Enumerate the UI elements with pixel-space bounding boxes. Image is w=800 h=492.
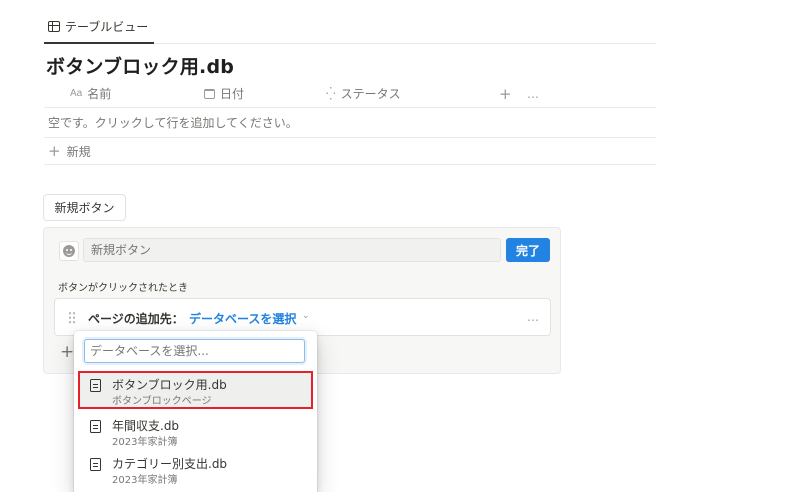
database-title[interactable]: ボタンブロック用.db	[46, 52, 234, 79]
tab-table-view[interactable]: テーブルビュー	[44, 10, 155, 44]
database-search-input[interactable]	[84, 339, 305, 363]
option-subtitle: 2023年家計簿	[112, 437, 178, 448]
database-picker-dropdown: ボタンブロック用.db ボタンブロックページ 年間収支.db 2023年家計簿 …	[74, 331, 317, 492]
action-label: ページの追加先：	[88, 312, 184, 326]
database-select-trigger[interactable]: データベースを選択	[189, 310, 296, 327]
done-button[interactable]: 完了	[506, 238, 550, 262]
tab-label: テーブルビュー	[65, 19, 149, 34]
smiley-icon	[63, 245, 75, 257]
plus-icon: +	[48, 141, 61, 160]
database-option[interactable]: ボタンブロック用.db ボタンブロックページ	[78, 371, 313, 409]
column-label: ステータス	[340, 87, 401, 101]
new-button-block[interactable]: 新規ボタン	[43, 194, 126, 221]
table-header: Aa 名前 日付 ⁛ ステータス + …	[44, 80, 656, 108]
page-icon	[90, 379, 101, 392]
chevron-down-icon: ⌄	[302, 311, 310, 321]
column-header-status[interactable]: ⁛ ステータス	[326, 80, 401, 107]
option-title: 年間収支.db	[112, 419, 180, 433]
empty-table-message[interactable]: 空です。クリックして行を追加してください。	[44, 108, 656, 138]
drag-handle-icon[interactable]	[68, 311, 76, 324]
trigger-label: ボタンがクリックされたとき	[58, 283, 188, 294]
page-icon	[90, 458, 101, 471]
text-property-icon: Aa	[70, 88, 83, 99]
column-label: 名前	[87, 87, 112, 101]
new-row-button[interactable]: + 新規	[44, 138, 656, 165]
column-header-date[interactable]: 日付	[204, 80, 244, 107]
add-step-button[interactable]: +	[60, 344, 74, 361]
view-tabbar: テーブルビュー	[44, 10, 656, 44]
option-title: ボタンブロック用.db	[112, 378, 227, 392]
page-icon	[90, 420, 101, 433]
option-title: カテゴリー別支出.db	[112, 457, 228, 471]
database-option[interactable]: 年間収支.db 2023年家計簿	[78, 412, 313, 450]
calendar-icon	[204, 88, 215, 99]
action-more-button[interactable]: …	[527, 310, 540, 324]
option-subtitle: 2023年家計簿	[112, 475, 178, 486]
column-label: 日付	[220, 87, 245, 101]
status-icon: ⁛	[326, 86, 336, 101]
database-option[interactable]: カテゴリー別支出.db 2023年家計簿	[78, 450, 313, 488]
more-options-button[interactable]: …	[527, 80, 540, 107]
column-header-name[interactable]: Aa 名前	[70, 80, 111, 107]
button-name-input[interactable]	[83, 238, 501, 262]
option-subtitle: ボタンブロックページ	[112, 396, 212, 407]
new-row-label: 新規	[66, 144, 91, 159]
emoji-picker-button[interactable]	[59, 241, 79, 261]
add-column-button[interactable]: +	[499, 80, 512, 107]
table-icon	[48, 20, 60, 32]
